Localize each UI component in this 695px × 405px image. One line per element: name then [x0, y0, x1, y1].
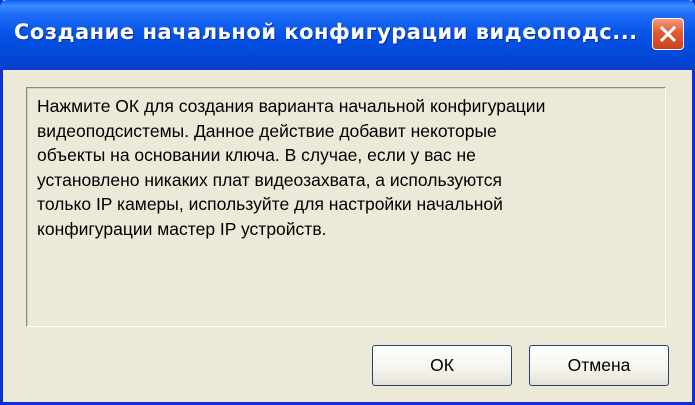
message-line: Нажмите ОК для создания варианта начальн…: [37, 96, 546, 116]
message-line: видеоподсистемы. Данное действие добавит…: [37, 120, 497, 141]
ok-button[interactable]: ОК: [372, 345, 512, 386]
message-line: только IP камеры, используйте для настро…: [37, 194, 503, 214]
close-button[interactable]: [652, 18, 684, 50]
window-title: Создание начальной конфигурации видеопод…: [14, 20, 638, 44]
message-panel: Нажмите ОК для создания варианта начальн…: [26, 87, 666, 327]
dialog-body: Нажмите ОК для создания варианта начальн…: [3, 70, 692, 402]
dialog-window: Создание начальной конфигурации видеопод…: [0, 0, 695, 405]
cancel-button[interactable]: Отмена: [529, 345, 669, 386]
message-line: установлено никаких плат видеозахвата, а…: [37, 169, 502, 190]
title-bar[interactable]: Создание начальной конфигурации видеопод…: [0, 0, 695, 70]
message-line: конфигурации мастер IP устройств.: [37, 218, 327, 239]
close-icon: [659, 25, 677, 43]
message-text: Нажмите ОК для создания варианта начальн…: [37, 94, 657, 241]
message-line: объекты на основании ключа. В случае, ес…: [37, 145, 476, 165]
